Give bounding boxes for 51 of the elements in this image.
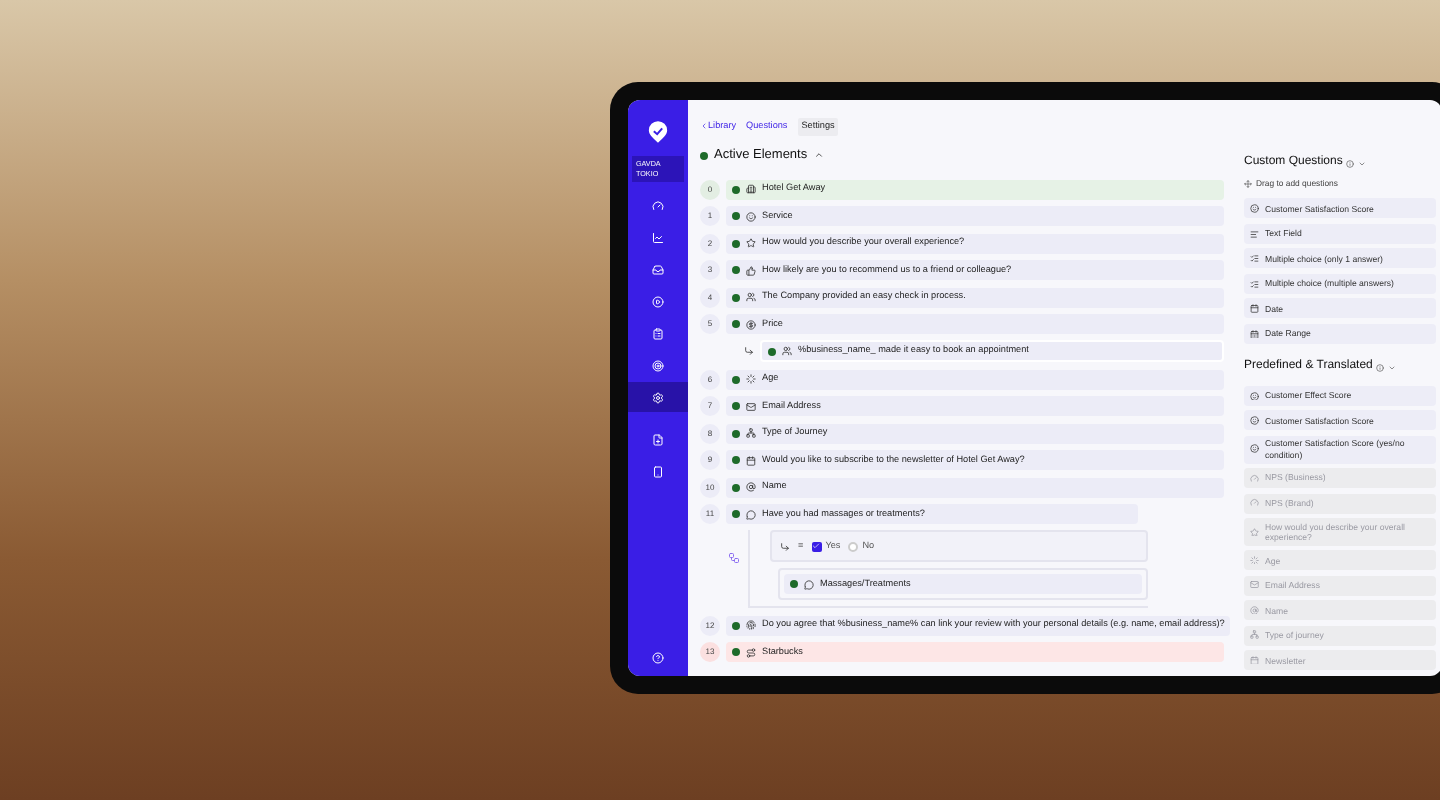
- question-type-icon: [746, 265, 756, 276]
- question-type-icon: [746, 238, 756, 249]
- phone-icon: [652, 465, 664, 477]
- template-icon: [1250, 204, 1259, 214]
- target-icon: [652, 359, 664, 371]
- nav-button[interactable]: [628, 382, 688, 412]
- question-type-icon: [746, 319, 756, 330]
- template-icon: [1250, 580, 1259, 590]
- sub-arrow-icon: [744, 346, 754, 357]
- template-icon: [1250, 229, 1259, 239]
- template-icon: [1250, 630, 1259, 640]
- template-icon: [1250, 655, 1259, 665]
- drag-icon: [1244, 179, 1252, 188]
- template-icon: [1250, 391, 1259, 401]
- question-type-icon: [746, 455, 756, 466]
- template-icon: [1250, 416, 1259, 426]
- template-icon: [1250, 473, 1259, 483]
- branch-icon: [728, 552, 740, 565]
- template-icon: [1250, 304, 1259, 314]
- question-type-icon: [746, 401, 756, 412]
- template-icon: [1250, 527, 1259, 537]
- help-icon[interactable]: [652, 652, 664, 664]
- template-icon: [1250, 329, 1259, 339]
- template-icon: [1250, 444, 1259, 454]
- option-checkbox[interactable]: [848, 541, 859, 552]
- template-icon: [1250, 605, 1259, 615]
- question-type-icon: [746, 620, 756, 631]
- question-type-icon: [746, 482, 756, 493]
- template-icon: [1250, 279, 1259, 289]
- line-chart-icon: [652, 231, 664, 243]
- clipboard-icon: [652, 327, 664, 339]
- question-type-icon: [746, 509, 756, 520]
- logo-icon: [648, 120, 668, 144]
- template-icon: [1250, 498, 1259, 508]
- collapse-button[interactable]: [813, 150, 824, 161]
- question-type-icon: [782, 346, 792, 357]
- template-icon: [1250, 254, 1259, 264]
- question-type-icon: [746, 428, 756, 439]
- info-icon: [1346, 159, 1355, 167]
- question-type-icon: [804, 579, 814, 590]
- question-type-icon: [746, 211, 756, 222]
- inbox-icon: [652, 263, 664, 275]
- sub-arrow-icon: [780, 541, 790, 552]
- play-icon: [652, 295, 664, 307]
- info-icon: [1376, 363, 1385, 372]
- gauge-icon: [652, 199, 664, 211]
- question-type-icon: [746, 292, 756, 303]
- file-plus-icon: [652, 433, 664, 445]
- question-type-icon: [746, 184, 756, 195]
- question-type-icon: [746, 647, 756, 658]
- settings-icon: [652, 391, 664, 403]
